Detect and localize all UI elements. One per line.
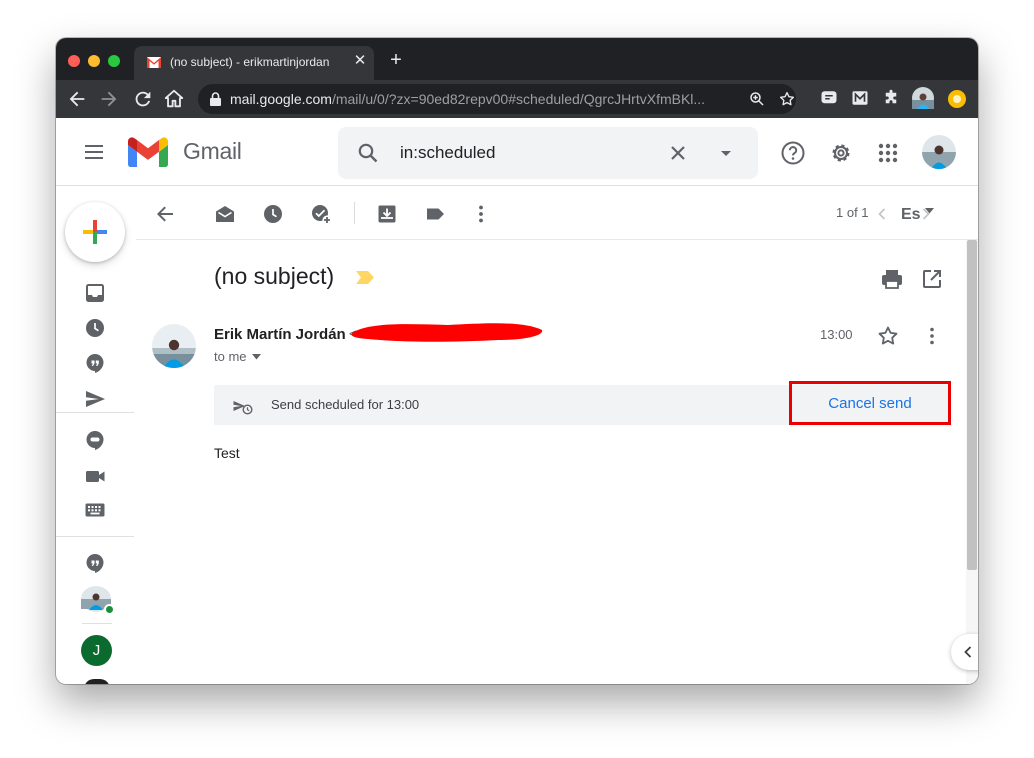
move-to-icon[interactable] — [376, 203, 398, 225]
tab-title: (no subject) - erikmartinjordan — [170, 55, 330, 69]
chevron-left-icon[interactable] — [871, 203, 893, 225]
minimize-window-button[interactable] — [88, 55, 100, 67]
dropdown-icon[interactable] — [714, 141, 738, 165]
browser-window: (no subject) - erikmartinjordan ✕ + mail… — [56, 38, 978, 684]
scheduled-send-icon — [233, 401, 253, 415]
home-icon[interactable] — [163, 88, 185, 110]
cancel-send-button[interactable]: Cancel send — [794, 387, 946, 419]
pagination-text: 1 of 1 — [836, 205, 869, 220]
menu-icon[interactable] — [82, 140, 106, 164]
url-path: /mail/u/0/?zx=90ed82repv00#scheduled/Qgr… — [331, 91, 706, 107]
search-box[interactable] — [338, 127, 758, 179]
cancel-send-highlight: Cancel send — [789, 381, 951, 425]
gmail-header: Gmail — [56, 118, 978, 186]
video-icon[interactable] — [84, 465, 106, 487]
sender-avatar[interactable] — [152, 324, 196, 368]
puzzle-icon[interactable] — [882, 89, 900, 107]
apps-icon[interactable] — [875, 140, 901, 166]
help-icon[interactable] — [780, 140, 806, 166]
omnibox[interactable]: mail.google.com/mail/u/0/?zx=90ed82repv0… — [198, 84, 796, 114]
notification-extension-icon[interactable] — [947, 89, 967, 109]
more-vert-icon[interactable] — [922, 325, 942, 347]
scheduled-send-text: Send scheduled for 13:00 — [271, 397, 420, 412]
print-icon[interactable] — [880, 267, 904, 291]
message-time: 13:00 — [820, 327, 853, 342]
search-icon[interactable] — [356, 141, 380, 165]
scrollbar-thumb[interactable] — [967, 240, 977, 570]
chat-extension-icon[interactable] — [820, 89, 838, 107]
keyboard-icon[interactable] — [84, 499, 106, 521]
search-input[interactable] — [400, 141, 650, 165]
zoom-icon[interactable] — [748, 90, 766, 108]
recipients-line[interactable]: to me — [214, 349, 262, 364]
forward-icon[interactable] — [98, 88, 120, 110]
snoozed-icon[interactable] — [84, 317, 106, 339]
rail-divider — [56, 412, 134, 413]
open-in-new-icon[interactable] — [920, 267, 944, 291]
browser-tab[interactable]: (no subject) - erikmartinjordan ✕ — [134, 46, 374, 80]
url-text: mail.google.com/mail/u/0/?zx=90ed82repv0… — [230, 91, 734, 108]
label-icon[interactable] — [424, 203, 446, 225]
url-host: mail.google.com — [230, 91, 332, 107]
bookmark-star-icon[interactable] — [778, 90, 796, 108]
rail-divider — [82, 623, 112, 624]
message-body: Test — [214, 445, 240, 461]
back-icon[interactable] — [66, 88, 88, 110]
mark-unread-icon[interactable] — [214, 203, 236, 225]
sent-icon[interactable] — [84, 388, 106, 410]
chevron-down-icon — [924, 208, 934, 214]
account-avatar[interactable] — [922, 135, 956, 169]
m-extension-icon[interactable] — [851, 89, 869, 107]
important-icon[interactable] — [84, 352, 106, 374]
sender-name[interactable]: Erik Martín Jordán — [214, 326, 346, 343]
message-toolbar: 1 of 1 — [136, 188, 978, 240]
recipients-text: to me — [214, 349, 247, 364]
chat-icon[interactable] — [84, 429, 106, 451]
gmail-favicon — [147, 57, 161, 68]
toolbar-separator — [354, 202, 355, 224]
hangouts-icon[interactable] — [84, 552, 106, 574]
input-tools-label: Es — [901, 206, 921, 223]
compose-plus-icon — [83, 220, 107, 244]
gmail-wordmark[interactable]: Gmail — [183, 138, 242, 165]
new-tab-button[interactable]: + — [386, 50, 406, 70]
contact-avatar-self[interactable] — [81, 586, 115, 616]
address-toolbar: mail.google.com/mail/u/0/?zx=90ed82repv0… — [56, 80, 978, 118]
input-tools-button[interactable]: Es — [901, 206, 934, 224]
snooze-icon[interactable] — [262, 203, 284, 225]
profile-avatar-icon[interactable] — [912, 87, 934, 109]
reload-icon[interactable] — [132, 88, 154, 110]
contact-avatar-j[interactable]: J — [81, 635, 112, 666]
chevron-down-icon — [252, 354, 262, 360]
settings-icon[interactable] — [828, 140, 854, 166]
inbox-icon[interactable] — [84, 282, 106, 304]
message-subject: (no subject) — [214, 263, 335, 289]
compose-button[interactable] — [65, 202, 125, 262]
rail-divider — [56, 536, 134, 537]
lock-icon — [210, 92, 221, 106]
side-panel-toggle[interactable] — [951, 634, 978, 670]
more-vert-icon[interactable] — [470, 203, 492, 225]
tab-strip: (no subject) - erikmartinjordan ✕ + — [56, 38, 978, 80]
gmail-logo-icon[interactable] — [128, 137, 168, 167]
zoom-window-button[interactable] — [108, 55, 120, 67]
important-marker-icon[interactable] — [356, 271, 374, 284]
clear-icon[interactable] — [666, 141, 690, 165]
chevron-left-icon — [964, 646, 972, 658]
add-task-icon[interactable] — [310, 203, 332, 225]
close-window-button[interactable] — [68, 55, 80, 67]
star-icon[interactable] — [876, 324, 900, 348]
redaction-scribble — [351, 323, 543, 342]
back-arrow-icon[interactable] — [154, 203, 176, 225]
contact-avatar-partial[interactable] — [84, 679, 110, 684]
presence-indicator — [104, 604, 115, 615]
tab-close-icon[interactable]: ✕ — [352, 53, 368, 69]
